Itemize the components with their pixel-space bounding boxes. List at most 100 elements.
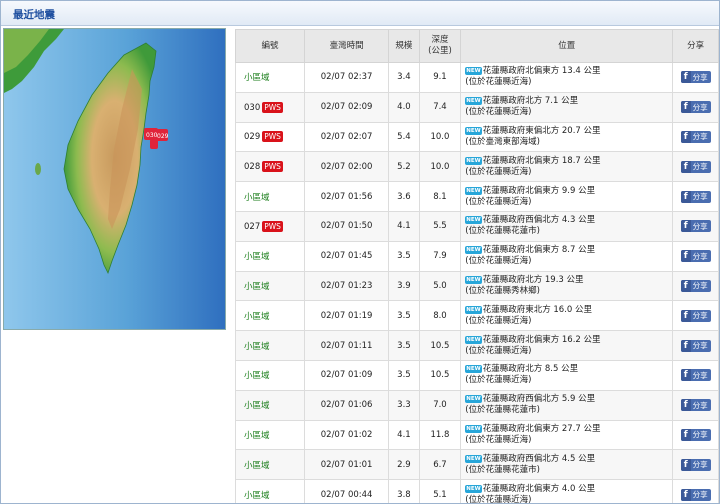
col-depth-line1: 深度: [431, 35, 449, 45]
table-row[interactable]: 小區域 02/07 01:09 3.5 10.5 NEW 花蓮縣政府北方 8.5 公里 (位…: [235, 359, 719, 391]
quake-id[interactable]: 小區域: [244, 401, 270, 411]
share-button[interactable]: f 分享: [680, 250, 711, 263]
cell-magnitude: 3.5: [388, 240, 420, 272]
location-area: (位於花蓮縣近海): [465, 345, 532, 356]
share-button[interactable]: f 分享: [680, 101, 711, 114]
cell-id: 小區域: [235, 181, 305, 212]
cell-magnitude: 4.1: [388, 210, 420, 242]
cell-location[interactable]: NEW 花蓮縣政府北偏東方 16.2 公里 (位於花蓮縣近海): [460, 330, 674, 361]
quake-id[interactable]: 小區域: [244, 431, 270, 441]
location-text[interactable]: 花蓮縣政府西偏北方 4.3 公里: [483, 215, 595, 225]
location-text[interactable]: 花蓮縣政府北方 7.1 公里: [483, 96, 578, 106]
table-row[interactable]: 029 PWS 02/07 02:07 5.4 10.0 NEW 花蓮縣政府東偏北方 20.…: [235, 121, 719, 153]
cell-location[interactable]: NEW 花蓮縣政府北偏東方 8.7 公里 (位於花蓮縣近海): [460, 240, 674, 272]
quake-id[interactable]: 小區域: [244, 252, 270, 262]
quake-id[interactable]: 小區域: [244, 371, 270, 381]
cell-depth: 9.1: [418, 62, 462, 93]
location-text[interactable]: 花蓮縣政府北方 8.5 公里: [483, 364, 578, 374]
share-button[interactable]: f 分享: [680, 488, 711, 501]
cell-location[interactable]: NEW 花蓮縣政府北偏東方 13.4 公里 (位於花蓮縣近海): [460, 62, 674, 93]
quake-id[interactable]: 小區域: [244, 282, 270, 292]
cell-share: f 分享: [672, 181, 719, 212]
location-text[interactable]: 花蓮縣政府北偏東方 4.0 公里: [483, 484, 595, 494]
share-button[interactable]: f 分享: [680, 309, 711, 322]
new-badge: NEW: [465, 395, 482, 404]
share-button[interactable]: f 分享: [680, 458, 711, 471]
location-text[interactable]: 花蓮縣政府西偏北方 4.5 公里: [483, 454, 595, 464]
cell-location[interactable]: NEW 花蓮縣政府北偏東方 9.9 公里 (位於花蓮縣近海): [460, 181, 674, 212]
quake-id[interactable]: 小區域: [244, 73, 270, 83]
location-text[interactable]: 花蓮縣政府北偏東方 27.7 公里: [483, 424, 601, 434]
share-button[interactable]: f 分享: [680, 220, 711, 233]
facebook-icon: f: [680, 309, 691, 322]
quake-id[interactable]: 030: [244, 103, 260, 113]
quake-marker-small[interactable]: [150, 139, 158, 149]
earthquake-map[interactable]: 030 029: [3, 28, 226, 330]
cell-depth: 5.5: [418, 210, 462, 242]
cell-share: f 分享: [672, 449, 719, 481]
quake-id[interactable]: 小區域: [244, 342, 270, 352]
table-row[interactable]: 030 PWS 02/07 02:09 4.0 7.4 NEW 花蓮縣政府北方 7.1 公里…: [235, 91, 719, 123]
table-row[interactable]: 028 PWS 02/07 02:00 5.2 10.0 NEW 花蓮縣政府北偏東方 18.…: [235, 151, 719, 183]
location-text[interactable]: 花蓮縣政府北偏東方 9.9 公里: [483, 186, 595, 196]
cell-location[interactable]: NEW 花蓮縣政府北方 19.3 公里 (位於花蓮縣秀林鄉): [460, 270, 674, 302]
quake-id[interactable]: 028: [244, 162, 260, 172]
col-location: 位置: [460, 29, 674, 63]
cell-location[interactable]: NEW 花蓮縣政府西偏北方 5.9 公里 (位於花蓮縣花蓮市): [460, 389, 674, 421]
share-label: 分享: [692, 162, 708, 172]
location-text[interactable]: 花蓮縣政府北偏東方 13.4 公里: [483, 66, 601, 76]
share-button[interactable]: f 分享: [680, 71, 711, 84]
quake-id[interactable]: 小區域: [244, 193, 270, 203]
cell-time: 02/07 01:19: [303, 300, 390, 332]
quake-id[interactable]: 小區域: [244, 491, 270, 501]
table-row[interactable]: 小區域 02/07 01:23 3.9 5.0 NEW 花蓮縣政府北方 19.3 公里 (位…: [235, 270, 719, 302]
table-row[interactable]: 027 PWS 02/07 01:50 4.1 5.5 NEW 花蓮縣政府西偏北方 4.3 …: [235, 210, 719, 242]
cell-depth: 10.5: [418, 359, 462, 391]
cell-id: 小區域: [235, 240, 305, 272]
cell-time: 02/07 01:23: [303, 270, 390, 302]
location-text[interactable]: 花蓮縣政府北偏東方 16.2 公里: [483, 335, 601, 345]
cell-location[interactable]: NEW 花蓮縣政府東偏北方 20.7 公里 (位於臺灣東部海域): [460, 121, 674, 153]
table-row[interactable]: 小區域 02/07 01:19 3.5 8.0 NEW 花蓮縣政府東北方 16.0 公里(…: [235, 300, 719, 332]
share-button[interactable]: f 分享: [680, 369, 711, 382]
share-button[interactable]: f 分享: [680, 428, 711, 441]
quake-id[interactable]: 027: [244, 222, 260, 232]
table-row[interactable]: 小區域 02/07 00:44 3.8 5.1 NEW 花蓮縣政府北偏東方 4.0 公里(…: [235, 479, 719, 503]
share-button[interactable]: f 分享: [680, 190, 711, 203]
share-button[interactable]: f 分享: [680, 160, 711, 173]
location-text[interactable]: 花蓮縣政府北偏東方 18.7 公里: [483, 156, 601, 166]
table-row[interactable]: 小區域 02/07 01:56 3.6 8.1 NEW 花蓮縣政府北偏東方 9.9 公里(…: [235, 181, 719, 212]
cell-location[interactable]: NEW 花蓮縣政府北偏東方 4.0 公里 (位於花蓮縣近海): [460, 479, 674, 503]
cell-location[interactable]: NEW 花蓮縣政府北方 8.5 公里 (位於花蓮縣近海): [460, 359, 674, 391]
cell-location[interactable]: NEW 花蓮縣政府東北方 16.0 公里 (位於花蓮縣近海): [460, 300, 674, 332]
quake-id[interactable]: 小區域: [244, 312, 270, 322]
share-button[interactable]: f 分享: [680, 279, 711, 292]
share-button[interactable]: f 分享: [680, 130, 711, 143]
location-text[interactable]: 花蓮縣政府東偏北方 20.7 公里: [483, 126, 601, 136]
quake-id[interactable]: 029: [244, 132, 260, 142]
location-text[interactable]: 花蓮縣政府北偏東方 8.7 公里: [483, 245, 595, 255]
share-button[interactable]: f 分享: [680, 339, 711, 352]
table-row[interactable]: 小區域 02/07 01:01 2.9 6.7 NEW 花蓮縣政府西偏北方 4.5 公里(…: [235, 449, 719, 481]
cell-share: f 分享: [672, 359, 719, 391]
location-text[interactable]: 花蓮縣政府西偏北方 5.9 公里: [483, 394, 595, 404]
cell-location[interactable]: NEW 花蓮縣政府北偏東方 18.7 公里 (位於花蓮縣近海): [460, 151, 674, 183]
location-text[interactable]: 花蓮縣政府北方 19.3 公里: [483, 275, 584, 285]
table-row[interactable]: 小區域 02/07 01:06 3.3 7.0 NEW 花蓮縣政府西偏北方 5.9 公里(…: [235, 389, 719, 421]
cell-magnitude: 3.5: [388, 359, 420, 391]
pws-badge: PWS: [262, 161, 283, 173]
cell-location[interactable]: NEW 花蓮縣政府西偏北方 4.3 公里 (位於花蓮縣花蓮市): [460, 210, 674, 242]
cell-location[interactable]: NEW 花蓮縣政府北方 7.1 公里 (位於花蓮縣近海): [460, 91, 674, 123]
quake-id[interactable]: 小區域: [244, 461, 270, 471]
cell-location[interactable]: NEW 花蓮縣政府西偏北方 4.5 公里 (位於花蓮縣花蓮市): [460, 449, 674, 481]
share-label: 分享: [692, 460, 708, 470]
location-text[interactable]: 花蓮縣政府東北方 16.0 公里: [483, 305, 592, 315]
cell-depth: 5.0: [418, 270, 462, 302]
table-row[interactable]: 小區域 02/07 01:45 3.5 7.9 NEW 花蓮縣政府北偏東方 8.7 公里(…: [235, 240, 719, 272]
cell-magnitude: 3.9: [388, 270, 420, 302]
table-row[interactable]: 小區域 02/07 01:11 3.5 10.5 NEW 花蓮縣政府北偏東方 16.2 公…: [235, 330, 719, 361]
share-button[interactable]: f 分享: [680, 399, 711, 412]
cell-location[interactable]: NEW 花蓮縣政府北偏東方 27.7 公里 (位於花蓮縣近海): [460, 419, 674, 451]
table-row[interactable]: 小區域 02/07 02:37 3.4 9.1 NEW 花蓮縣政府北偏東方 13.4 公里…: [235, 62, 719, 93]
table-row[interactable]: 小區域 02/07 01:02 4.1 11.8 NEW 花蓮縣政府北偏東方 27.7 公…: [235, 419, 719, 451]
